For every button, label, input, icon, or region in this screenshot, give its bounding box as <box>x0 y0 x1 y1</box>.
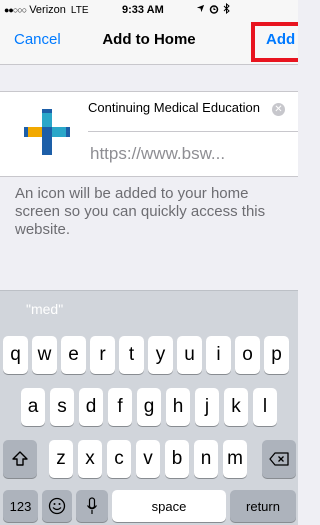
site-icon <box>24 109 70 155</box>
key-t[interactable]: t <box>119 336 144 374</box>
dictation-key[interactable] <box>76 490 108 522</box>
key-a[interactable]: a <box>21 388 45 426</box>
key-r[interactable]: r <box>90 336 115 374</box>
key-label: j <box>204 396 210 417</box>
key-b[interactable]: b <box>165 440 189 478</box>
status-right <box>196 3 230 14</box>
emoji-icon <box>48 497 66 515</box>
key-label: a <box>27 396 39 417</box>
key-l[interactable]: l <box>253 388 277 426</box>
key-s[interactable]: s <box>50 388 74 426</box>
key-label: q <box>10 344 21 365</box>
keyboard: "med" q w e r t y u i o p a s d f g h j … <box>0 290 298 525</box>
key-n[interactable]: n <box>194 440 218 478</box>
key-label: d <box>85 396 97 417</box>
key-label: w <box>37 344 52 365</box>
key-label: k <box>231 396 241 417</box>
carrier-name: Verizon <box>29 4 66 16</box>
clear-text-icon[interactable]: ✕ <box>272 103 285 116</box>
key-label: n <box>200 448 212 469</box>
key-label: s <box>57 396 67 417</box>
key-label: y <box>155 344 166 365</box>
key-k[interactable]: k <box>224 388 248 426</box>
shift-key[interactable] <box>3 440 37 478</box>
space-key[interactable]: space <box>112 490 226 522</box>
url-label: https://www.bsw... <box>90 144 226 163</box>
status-bar: ●●○○○ Verizon LTE 9:33 AM <box>0 0 298 20</box>
key-label: 123 <box>9 498 32 514</box>
key-label: v <box>143 448 153 469</box>
key-p[interactable]: p <box>264 336 289 374</box>
suggestion-bar: "med" <box>0 290 298 327</box>
signal-strength: ●●○○○ <box>4 5 27 15</box>
key-w[interactable]: w <box>32 336 57 374</box>
key-label: z <box>56 448 66 469</box>
key-m[interactable]: m <box>223 440 247 478</box>
key-g[interactable]: g <box>137 388 161 426</box>
location-icon <box>196 4 205 13</box>
key-c[interactable]: c <box>107 440 131 478</box>
key-label: space <box>151 498 187 514</box>
key-label: u <box>184 344 195 365</box>
field-divider <box>88 131 298 132</box>
return-key[interactable]: return <box>230 490 296 522</box>
key-label: i <box>216 344 221 365</box>
key-u[interactable]: u <box>177 336 202 374</box>
key-y[interactable]: y <box>148 336 173 374</box>
nav-bar: Cancel Add to Home Add <box>0 20 298 65</box>
description-text: An icon will be added to your home scree… <box>15 185 266 238</box>
cancel-button[interactable]: Cancel <box>14 31 61 48</box>
key-z[interactable]: z <box>49 440 73 478</box>
key-label: h <box>172 396 184 417</box>
name-input[interactable]: Continuing Medical Education <box>88 100 278 122</box>
network-type: LTE <box>70 4 89 16</box>
key-j[interactable]: j <box>195 388 219 426</box>
key-x[interactable]: x <box>78 440 102 478</box>
key-label: l <box>262 396 268 417</box>
microphone-icon <box>87 497 97 514</box>
bluetooth-icon <box>223 3 230 14</box>
key-h[interactable]: h <box>166 388 190 426</box>
key-o[interactable]: o <box>235 336 260 374</box>
highlight-annotation <box>251 22 298 62</box>
delete-icon <box>269 452 289 466</box>
key-e[interactable]: e <box>61 336 86 374</box>
key-label: g <box>143 396 155 417</box>
key-label: x <box>85 448 95 469</box>
key-label: e <box>68 344 79 365</box>
status-left: ●●○○○ Verizon LTE <box>4 4 89 16</box>
key-label: c <box>114 448 124 469</box>
alarm-icon <box>209 4 219 14</box>
suggestion-item[interactable]: "med" <box>26 301 63 317</box>
key-label: t <box>128 344 135 365</box>
key-i[interactable]: i <box>206 336 231 374</box>
add-to-home-form: Continuing Medical Education ✕ https://w… <box>0 91 298 177</box>
key-label: return <box>246 498 280 514</box>
key-d[interactable]: d <box>79 388 103 426</box>
key-v[interactable]: v <box>136 440 160 478</box>
key-label: r <box>99 344 106 365</box>
key-label: m <box>227 448 243 469</box>
key-q[interactable]: q <box>3 336 28 374</box>
status-time: 9:33 AM <box>122 4 164 16</box>
key-label: b <box>171 448 183 469</box>
numbers-key[interactable]: 123 <box>3 490 38 522</box>
key-label: f <box>117 396 123 417</box>
shift-icon <box>12 451 28 466</box>
emoji-key[interactable] <box>42 490 72 522</box>
delete-key[interactable] <box>262 440 296 478</box>
key-label: o <box>242 344 253 365</box>
key-f[interactable]: f <box>108 388 132 426</box>
key-label: p <box>271 344 282 365</box>
